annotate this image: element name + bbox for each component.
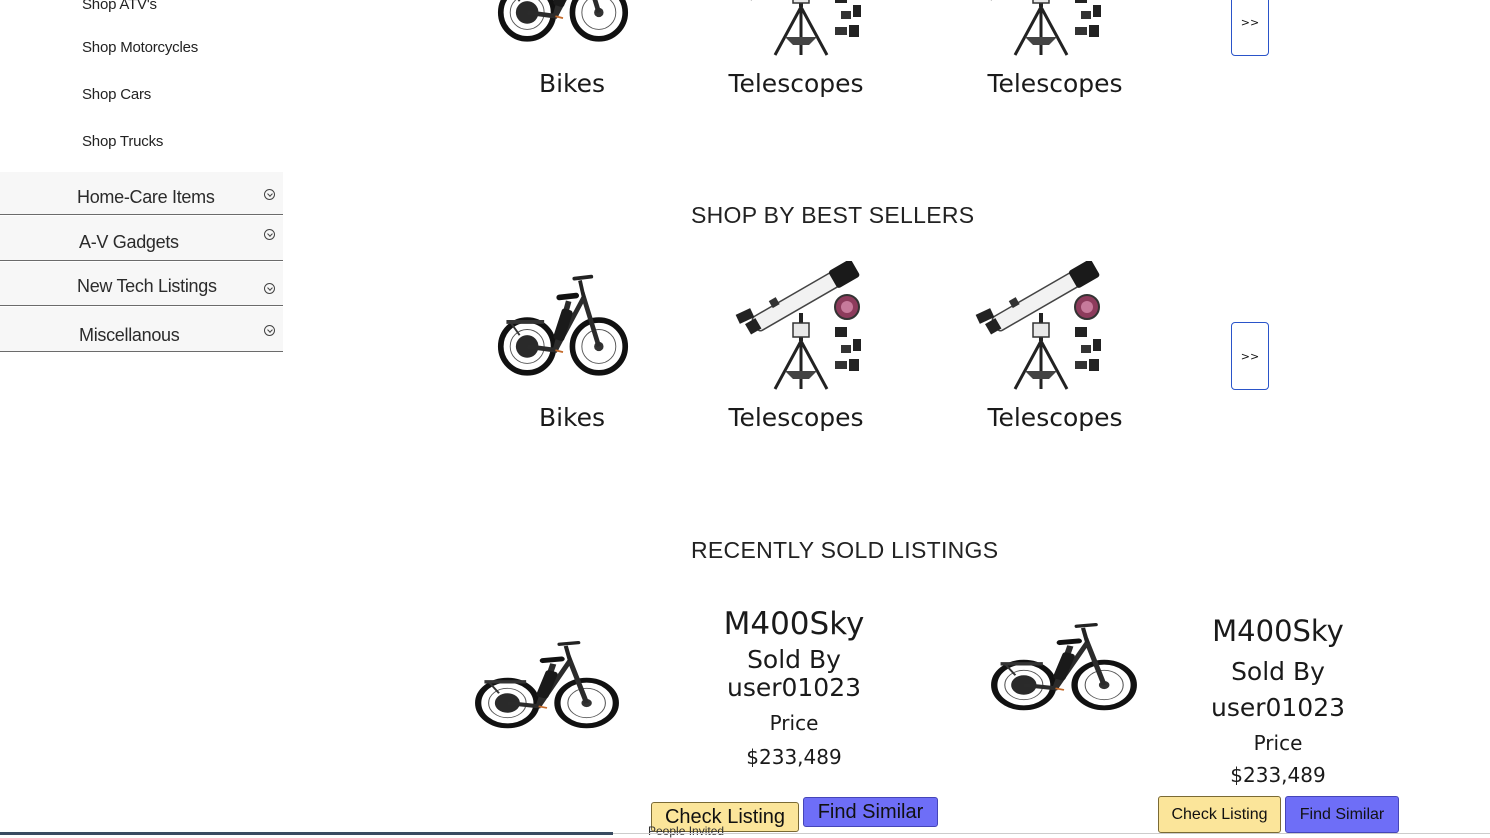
telescope-icon — [730, 0, 872, 57]
sold-by-label: Sold By — [747, 645, 841, 674]
section-heading: SHOP BY BEST SELLERS — [691, 202, 975, 228]
find-similar-button[interactable]: Find Similar — [1285, 796, 1399, 833]
chevron-down-icon — [264, 189, 275, 200]
telescope-icon — [970, 261, 1112, 391]
ebike-icon — [497, 0, 629, 52]
sold-by-label: Sold By — [1231, 657, 1325, 686]
price-label: Price — [769, 711, 819, 735]
sidebar-category-home-care[interactable]: Home-Care Items — [0, 172, 283, 215]
telescope-icon — [730, 261, 872, 391]
category-label: Home-Care Items — [77, 187, 215, 207]
category-label: New Tech Listings — [77, 276, 217, 296]
tile-label: Bikes — [538, 69, 606, 98]
seller-name: user01023 — [726, 673, 862, 702]
category-label: A-V Gadgets — [79, 232, 179, 252]
sidebar-category-miscellanous[interactable]: Miscellanous — [0, 307, 283, 352]
listing-title: M400Sky — [1212, 614, 1344, 648]
listing-title: M400Sky — [723, 606, 865, 642]
category-label: Miscellanous — [79, 325, 180, 345]
chevron-down-icon — [264, 229, 275, 240]
next-page-button[interactable]: >> — [1231, 0, 1269, 56]
tile-label: Bikes — [538, 403, 606, 432]
ebike-icon — [497, 256, 629, 386]
price-label: Price — [1253, 731, 1303, 755]
price-value: $233,489 — [746, 745, 842, 769]
seller-name: user01023 — [1210, 693, 1346, 722]
sidebar-category-new-tech[interactable]: New Tech Listings — [0, 262, 283, 306]
next-page-button[interactable]: >> — [1231, 322, 1269, 390]
sidebar-link-atvs[interactable]: Shop ATV's — [82, 0, 157, 13]
chevron-down-icon — [264, 325, 275, 336]
ebike-icon — [990, 610, 1138, 716]
ebike-icon — [474, 628, 620, 734]
tile-label: Telescopes — [728, 403, 864, 432]
find-similar-button[interactable]: Find Similar — [803, 797, 938, 827]
footer-peek-text: People Invited — [648, 824, 725, 838]
tile-label: Telescopes — [728, 69, 864, 98]
sidebar-link-motorcycles[interactable]: Shop Motorcycles — [82, 39, 198, 56]
category-sidebar: Shop ATV's Shop Motorcycles Shop Cars Sh… — [0, 0, 283, 360]
price-value: $233,489 — [1230, 763, 1326, 787]
sidebar-category-av-gadgets[interactable]: A-V Gadgets — [0, 216, 283, 261]
sidebar-link-trucks[interactable]: Shop Trucks — [82, 133, 163, 150]
footer-divider-light — [613, 833, 1490, 834]
telescope-icon — [970, 0, 1112, 57]
chevron-down-icon — [264, 283, 275, 294]
tile-label: Telescopes — [987, 69, 1123, 98]
sidebar-link-cars[interactable]: Shop Cars — [82, 86, 151, 103]
check-listing-button[interactable]: Check Listing — [1158, 796, 1281, 833]
tile-label: Telescopes — [987, 403, 1123, 432]
section-heading: RECENTLY SOLD LISTINGS — [691, 537, 999, 563]
